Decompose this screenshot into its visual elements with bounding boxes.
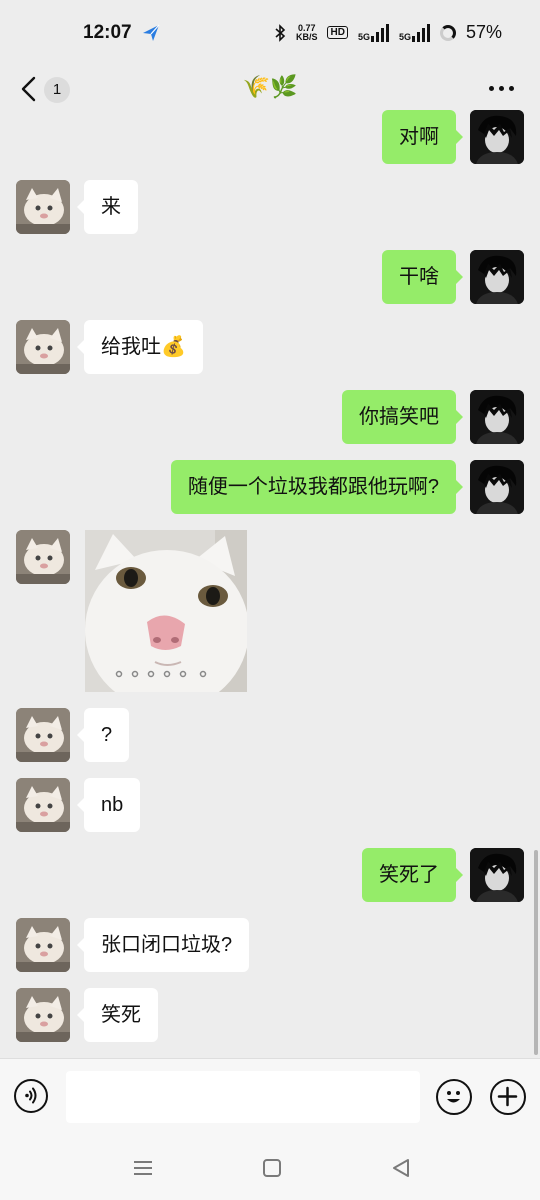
chat-title: 🌾🌿 bbox=[242, 74, 298, 99]
net-speed: 0.77 KB/S bbox=[295, 22, 318, 42]
bluetooth-icon bbox=[275, 23, 286, 42]
message-list[interactable]: 对啊 来 干啥 给我吐💰 你搞笑吧 随便一个垃圾我都跟他玩啊? ? nb 笑死了… bbox=[0, 110, 540, 1058]
chat-header: 1 🌾🌿 bbox=[0, 60, 540, 118]
contact-avatar[interactable] bbox=[16, 988, 70, 1042]
my-avatar[interactable] bbox=[470, 250, 524, 304]
message-bubble-sent[interactable]: 干啥 bbox=[382, 250, 463, 304]
message-bubble-received[interactable]: 来 bbox=[77, 180, 138, 234]
my-avatar[interactable] bbox=[470, 390, 524, 444]
more-options-icon[interactable] bbox=[489, 86, 514, 91]
message-bubble-received[interactable]: 张口闭口垃圾? bbox=[76, 918, 250, 972]
home-icon[interactable] bbox=[258, 1154, 286, 1182]
battery-icon bbox=[439, 24, 456, 41]
contact-avatar[interactable] bbox=[16, 918, 70, 972]
contact-avatar[interactable] bbox=[16, 530, 70, 584]
my-avatar[interactable] bbox=[470, 848, 524, 902]
menu-icon[interactable] bbox=[129, 1154, 157, 1182]
chat-scrollbar[interactable] bbox=[534, 850, 538, 1055]
back-triangle-icon[interactable] bbox=[387, 1154, 415, 1182]
my-avatar[interactable] bbox=[470, 460, 524, 514]
message-bubble-sent[interactable]: 你搞笑吧 bbox=[342, 390, 463, 444]
message-bubble-received[interactable]: nb bbox=[76, 778, 141, 832]
my-avatar[interactable] bbox=[470, 110, 524, 164]
voice-input-button[interactable] bbox=[14, 1079, 48, 1113]
message-input[interactable] bbox=[66, 1071, 420, 1123]
contact-avatar[interactable] bbox=[16, 708, 70, 762]
system-navigation-bar bbox=[0, 1136, 540, 1200]
plus-icon bbox=[497, 1086, 518, 1107]
more-functions-button[interactable] bbox=[490, 1079, 526, 1115]
message-bubble-received[interactable]: 给我吐💰 bbox=[77, 320, 203, 374]
battery-level: 57% bbox=[465, 22, 502, 42]
app-notification-icon bbox=[143, 24, 160, 41]
contact-avatar[interactable] bbox=[16, 180, 70, 234]
voice-icon bbox=[25, 1087, 37, 1104]
contact-avatar[interactable] bbox=[16, 778, 70, 832]
status-icons: 0.77 KB/S HD 5G 5G 57% bbox=[274, 22, 502, 43]
sim1-signal-icon: 5G bbox=[358, 23, 389, 42]
sim2-signal-icon: 5G bbox=[399, 23, 430, 42]
input-bar bbox=[0, 1058, 540, 1137]
message-bubble-received[interactable]: 笑死 bbox=[77, 988, 158, 1042]
contact-avatar[interactable] bbox=[16, 320, 70, 374]
smiley-icon bbox=[447, 1091, 460, 1103]
status-time: 12:07 bbox=[83, 22, 132, 43]
message-bubble-sent[interactable]: 对啊 bbox=[382, 110, 463, 164]
emoji-button[interactable] bbox=[436, 1079, 472, 1115]
message-bubble-received[interactable]: ? bbox=[76, 708, 130, 762]
message-bubble-sent[interactable]: 笑死了 bbox=[362, 848, 463, 902]
cat-sticker-image[interactable] bbox=[85, 530, 247, 692]
message-bubble-sent[interactable]: 随便一个垃圾我都跟他玩啊? bbox=[170, 460, 464, 514]
hd-badge: HD bbox=[327, 26, 348, 39]
